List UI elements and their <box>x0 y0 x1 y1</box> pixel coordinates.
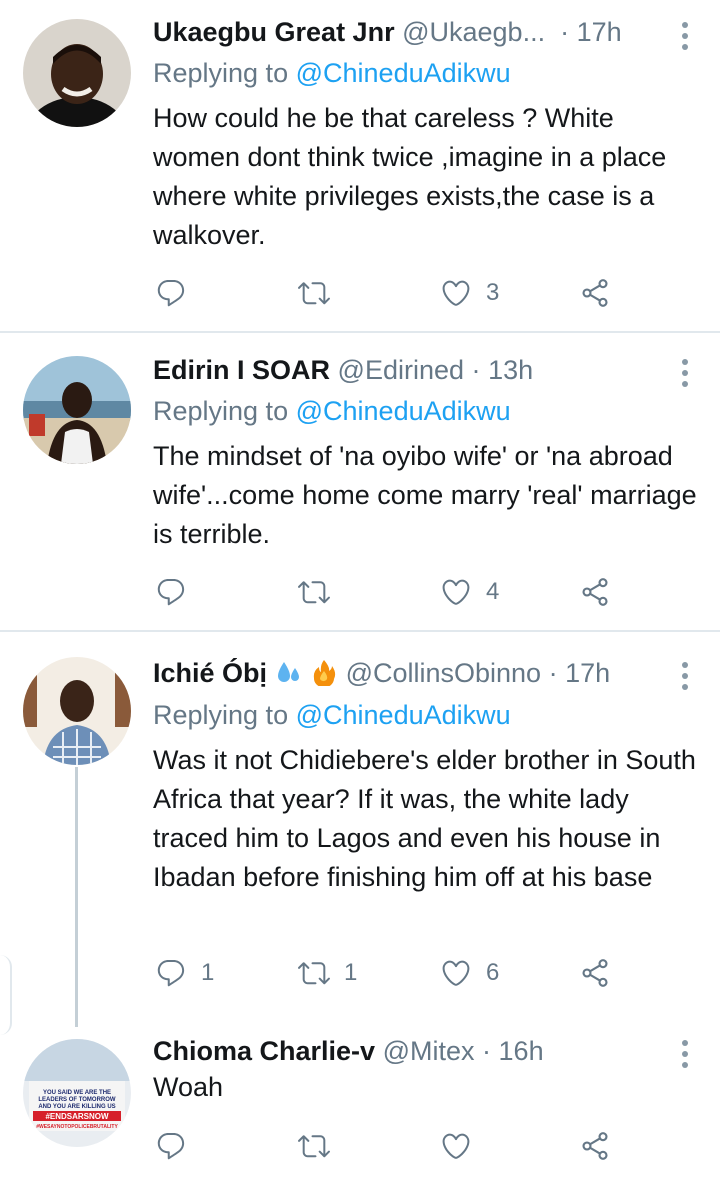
author-name[interactable]: Chioma Charlie-v <box>153 1036 375 1066</box>
more-vertical-icon[interactable] <box>680 1040 690 1068</box>
like-button[interactable]: 4 <box>440 572 499 612</box>
separator-dot: · <box>560 17 570 47</box>
more-vertical-icon[interactable] <box>680 662 690 690</box>
retweet-count: 1 <box>344 959 358 986</box>
mention-link[interactable]: @ChineduAdikwu <box>296 58 511 88</box>
author-name[interactable]: Ukaegbu Great Jnr <box>153 17 395 47</box>
reply-icon <box>155 576 187 608</box>
tweet-text: Woah <box>153 1072 224 1102</box>
like-button[interactable] <box>440 1126 486 1166</box>
author-handle[interactable]: @Edirined <box>338 355 464 385</box>
author-name[interactable]: Ichié Óbị <box>153 658 267 688</box>
banner-line-3: AND YOU ARE KILLING US <box>38 1104 115 1110</box>
sweat-droplets-icon <box>277 662 299 682</box>
retweet-icon <box>298 576 330 608</box>
share-button[interactable] <box>579 1126 611 1166</box>
tweet-header: Ichié Óbị @CollinsObinno · 17h <box>153 656 660 690</box>
banner-hashtag-1: #ENDSARSNOW <box>45 1112 109 1121</box>
author-handle[interactable]: @CollinsObinno <box>346 658 542 688</box>
share-icon <box>579 957 611 989</box>
action-bar: 4 <box>155 572 625 612</box>
tweet-3[interactable]: Ichié Óbị @CollinsObinno · 17h Replying … <box>0 632 720 1027</box>
tweet-4[interactable]: YOU SAID WE ARE THE LEADERS OF TOMORROW … <box>0 1012 720 1177</box>
reply-count: 1 <box>201 959 215 986</box>
retweet-icon <box>298 1130 330 1162</box>
tweet-header: Edirin I SOAR @Edirined · 13h <box>153 353 660 387</box>
tweet-1[interactable]: Ukaegbu Great Jnr @Ukaegb... · 17h Reply… <box>0 0 720 333</box>
tweet-time[interactable]: 17h <box>565 658 610 688</box>
retweet-button[interactable] <box>298 572 344 612</box>
replying-label: Replying to <box>153 396 289 426</box>
tweet-text: The mindset of 'na oyibo wife' or 'na ab… <box>153 441 697 549</box>
fire-icon <box>313 660 336 686</box>
banner-line-1: YOU SAID WE ARE THE <box>43 1090 111 1096</box>
retweet-button[interactable] <box>298 273 344 313</box>
retweet-icon <box>298 957 330 989</box>
replying-to: Replying to @ChineduAdikwu <box>153 698 511 732</box>
share-icon <box>579 277 611 309</box>
heart-icon <box>440 576 472 608</box>
replying-label: Replying to <box>153 58 289 88</box>
reply-icon <box>155 957 187 989</box>
banner-line-2: LEADERS OF TOMORROW <box>38 1097 116 1103</box>
mention-link[interactable]: @ChineduAdikwu <box>296 700 511 730</box>
share-button[interactable] <box>579 273 611 313</box>
retweet-button[interactable]: 1 <box>298 953 357 993</box>
heart-icon <box>440 1130 472 1162</box>
more-vertical-icon[interactable] <box>680 22 690 50</box>
banner-hashtag-2: #WESAYNOTOPOLICEBRUTALITY <box>36 1124 118 1130</box>
tweet-text: How could he be that careless ? White wo… <box>153 103 667 250</box>
action-bar: 1 1 6 <box>155 953 625 993</box>
reply-icon <box>155 1130 187 1162</box>
reply-button[interactable] <box>155 572 201 612</box>
avatar[interactable]: YOU SAID WE ARE THE LEADERS OF TOMORROW … <box>23 1039 131 1147</box>
author-handle[interactable]: @Mitex <box>383 1036 475 1066</box>
thread-line <box>75 767 78 1027</box>
tweet-time[interactable]: 13h <box>488 355 533 385</box>
like-button[interactable]: 3 <box>440 273 499 313</box>
retweet-button[interactable] <box>298 1126 344 1166</box>
action-bar: 3 <box>155 273 625 313</box>
share-icon <box>579 576 611 608</box>
like-count: 6 <box>486 959 500 986</box>
author-name[interactable]: Edirin I SOAR <box>153 355 330 385</box>
replying-to: Replying to @ChineduAdikwu <box>153 394 511 428</box>
tweet-2[interactable]: Edirin I SOAR @Edirined · 13h Replying t… <box>0 333 720 631</box>
action-bar <box>155 1126 625 1166</box>
separator-dot: · <box>471 355 481 385</box>
replying-to: Replying to @ChineduAdikwu <box>153 56 511 90</box>
tweet-header: Chioma Charlie-v @Mitex · 16h <box>153 1034 660 1068</box>
share-icon <box>579 1130 611 1162</box>
heart-icon <box>440 957 472 989</box>
reply-button[interactable] <box>155 1126 201 1166</box>
reply-button[interactable] <box>155 273 201 313</box>
like-button[interactable]: 6 <box>440 953 499 993</box>
author-handle[interactable]: @Ukaegb... <box>402 17 545 47</box>
tweet-time[interactable]: 16h <box>499 1036 544 1066</box>
tweet-header: Ukaegbu Great Jnr @Ukaegb... · 17h <box>153 15 660 49</box>
reply-icon <box>155 277 187 309</box>
share-button[interactable] <box>579 572 611 612</box>
retweet-icon <box>298 277 330 309</box>
reply-button[interactable]: 1 <box>155 953 214 993</box>
share-button[interactable] <box>579 953 611 993</box>
like-count: 4 <box>486 578 500 605</box>
tweet-time[interactable]: 17h <box>577 17 622 47</box>
separator-dot: · <box>548 658 558 688</box>
avatar[interactable] <box>23 356 131 464</box>
mention-link[interactable]: @ChineduAdikwu <box>296 396 511 426</box>
avatar[interactable] <box>23 19 131 127</box>
tweet-text: Was it not Chidiebere's elder brother in… <box>153 745 696 892</box>
heart-icon <box>440 277 472 309</box>
more-vertical-icon[interactable] <box>680 359 690 387</box>
separator-dot: · <box>482 1036 492 1066</box>
replying-label: Replying to <box>153 700 289 730</box>
avatar[interactable] <box>23 657 131 765</box>
like-count: 3 <box>486 279 500 306</box>
